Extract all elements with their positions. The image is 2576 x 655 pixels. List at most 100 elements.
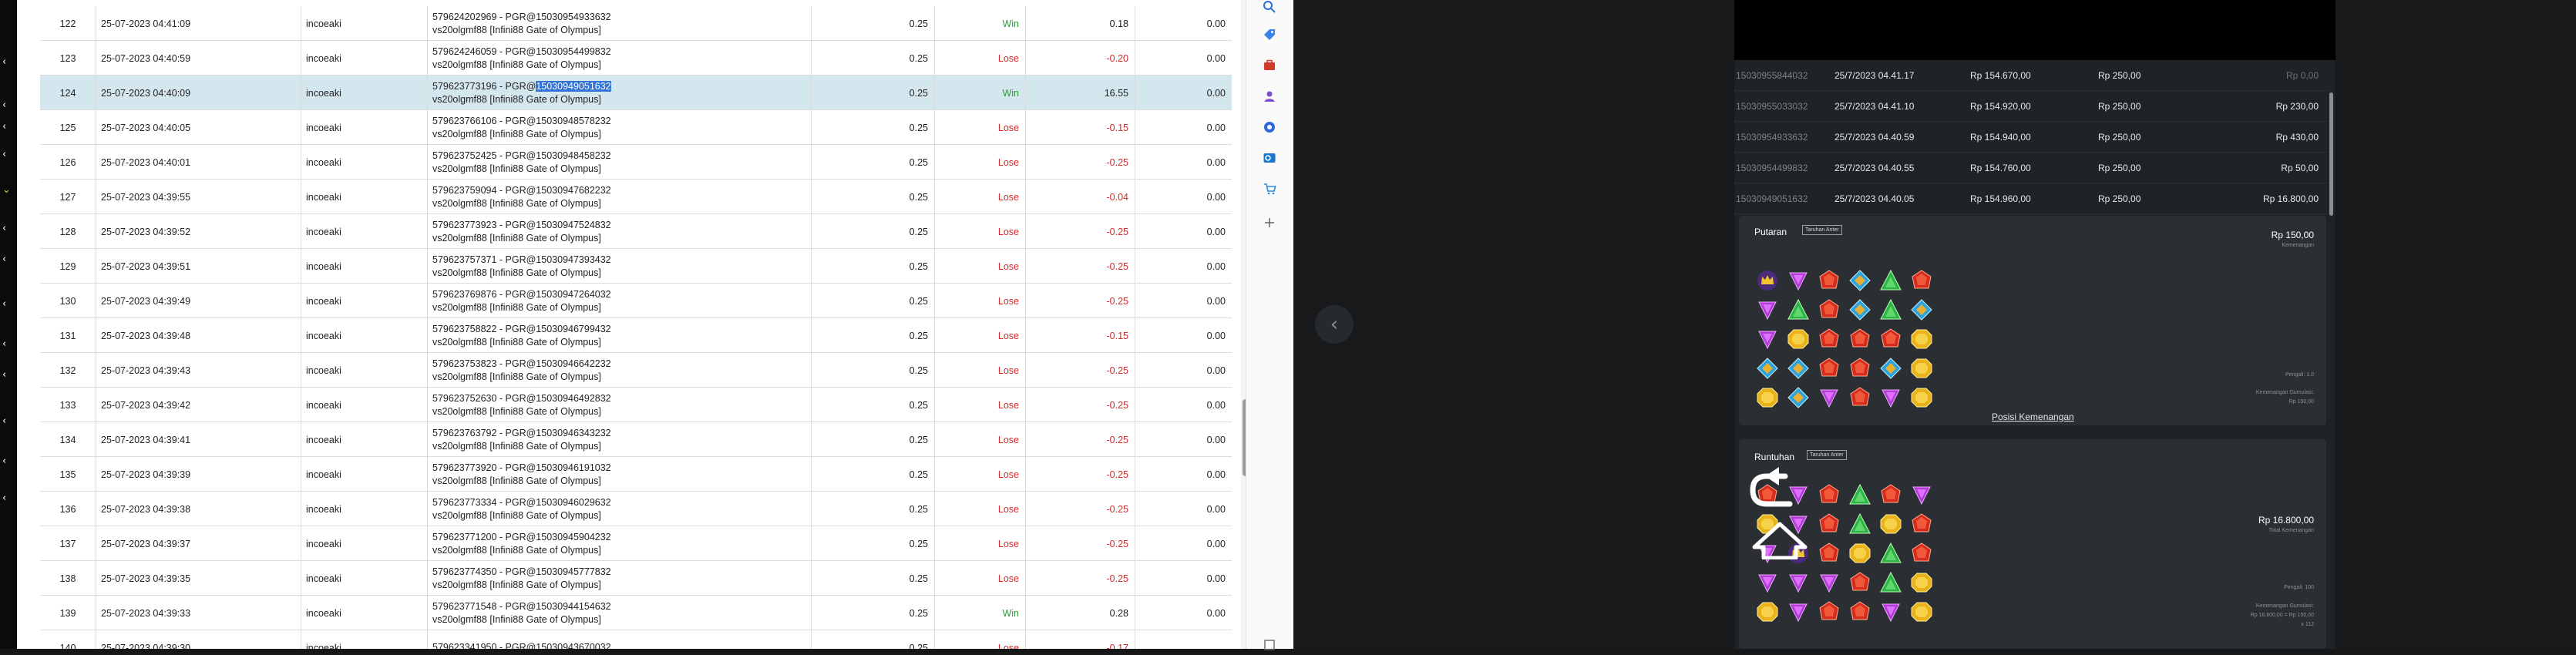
chevron-left-icon[interactable]: ‹ <box>2 149 6 160</box>
history-row[interactable]: 15030949051632 25/7/2023 04.40.05 Rp 154.9… <box>1734 183 2328 214</box>
transaction-cell[interactable]: 579623769876 - PGR@15030947264032 vs20olg… <box>427 284 811 318</box>
transaction-id[interactable]: 579623752425 - PGR@15030948458232 <box>432 149 611 163</box>
chevron-left-icon[interactable]: ‹ <box>2 254 6 264</box>
transaction-cell[interactable]: 579623766106 - PGR@15030948578232 vs20olg… <box>427 110 811 145</box>
table-row[interactable]: 129 25-07-2023 04:39:51 incoeaki 5796237573… <box>40 249 1232 284</box>
transaction-cell[interactable]: 579623752630 - PGR@15030946492832 vs20olg… <box>427 388 811 422</box>
chevron-left-icon[interactable]: ‹ <box>2 339 6 349</box>
chevron-left-icon[interactable]: ‹ <box>2 100 6 110</box>
transaction-cell[interactable]: 579623773920 - PGR@15030946191032 vs20olg… <box>427 457 811 492</box>
table-row[interactable]: 137 25-07-2023 04:39:37 incoeaki 5796237712… <box>40 526 1232 561</box>
transaction-cell[interactable]: 579623752425 - PGR@15030948458232 vs20olg… <box>427 145 811 180</box>
win-amount-cell: -0.15 <box>1025 318 1135 353</box>
table-row[interactable]: 139 25-07-2023 04:39:33 incoeaki 5796237715… <box>40 596 1232 630</box>
result-cell: Lose <box>934 457 1025 492</box>
blue-gem-icon <box>1785 356 1811 381</box>
outlook-icon[interactable] <box>1258 148 1281 168</box>
chevron-down-icon[interactable]: ⌄ <box>2 185 11 195</box>
chevron-left-icon[interactable]: ‹ <box>2 122 6 132</box>
transaction-id[interactable]: 579623774350 - PGR@15030945777832 <box>432 566 611 579</box>
transaction-id[interactable]: 579623341950 - PGR@15030943670032 <box>432 641 611 649</box>
transaction-cell[interactable]: 579623753823 - PGR@15030946642232 vs20olg… <box>427 353 811 388</box>
history-row[interactable]: 15030954499832 25/7/2023 04.40.55 Rp 154.7… <box>1734 153 2328 183</box>
table-row[interactable]: 127 25-07-2023 04:39:55 incoeaki 5796237590… <box>40 180 1232 214</box>
briefcase-icon[interactable] <box>1258 55 1281 76</box>
transaction-id[interactable]: 579624246059 - PGR@15030954499832 <box>432 45 611 59</box>
table-row[interactable]: 133 25-07-2023 04:39:42 incoeaki 5796237526… <box>40 388 1232 422</box>
person-icon[interactable] <box>1258 86 1281 106</box>
transaction-cell[interactable]: 579623773334 - PGR@15030946029632 vs20olg… <box>427 492 811 526</box>
table-row[interactable]: 124 25-07-2023 04:40:09 incoeaki 5796237731… <box>40 76 1232 110</box>
transaction-id[interactable]: 579623759094 - PGR@15030947682232 <box>432 184 611 197</box>
history-row[interactable]: 15030955844032 25/7/2023 04.41.17 Rp 154.6… <box>1734 60 2328 91</box>
transaction-id[interactable]: 579623769876 - PGR@15030947264032 <box>432 288 611 301</box>
transaction-cell[interactable]: 579623758822 - PGR@15030946799432 vs20olg… <box>427 318 811 353</box>
chevron-left-icon[interactable]: ‹ <box>2 57 6 67</box>
history-scrollbar-thumb[interactable] <box>2329 92 2333 216</box>
transaction-cell[interactable]: 579623773196 - PGR@15030949051632 vs20olg… <box>427 76 811 110</box>
table-row[interactable]: 122 25-07-2023 04:41:09 incoeaki 5796242029… <box>40 6 1232 41</box>
date-cell: 25-07-2023 04:39:55 <box>96 180 301 214</box>
transaction-id[interactable]: 579623773196 - PGR@15030949051632 <box>432 80 611 93</box>
table-row[interactable]: 132 25-07-2023 04:39:43 incoeaki 5796237538… <box>40 353 1232 388</box>
chevron-left-icon[interactable]: ‹ <box>2 223 6 233</box>
transaction-cell[interactable]: 579623763792 - PGR@15030946343232 vs20olg… <box>427 422 811 457</box>
chevron-left-icon[interactable]: ‹ <box>2 370 6 380</box>
transaction-id[interactable]: 579623766106 - PGR@15030948578232 <box>432 115 611 128</box>
table-row[interactable]: 128 25-07-2023 04:39:52 incoeaki 5796237739… <box>40 214 1232 249</box>
table-row[interactable]: 126 25-07-2023 04:40:01 incoeaki 5796237524… <box>40 145 1232 180</box>
plus-icon[interactable] <box>1258 213 1281 233</box>
history-row[interactable]: 15030954933632 25/7/2023 04.40.59 Rp 154.9… <box>1734 122 2328 153</box>
balance-cell: 0.00 <box>1135 249 1232 284</box>
transaction-id[interactable]: 579623773923 - PGR@15030947524832 <box>432 219 611 232</box>
chevron-left-icon[interactable]: ‹ <box>2 416 6 426</box>
transaction-id[interactable]: 579623758822 - PGR@15030946799432 <box>432 323 611 336</box>
chevron-left-icon[interactable]: ‹ <box>2 299 6 309</box>
table-row[interactable]: 136 25-07-2023 04:39:38 incoeaki 5796237733… <box>40 492 1232 526</box>
selected-text-highlight[interactable]: 15030949051632 <box>536 80 611 92</box>
transaction-cell[interactable]: 579623773923 - PGR@15030947524832 vs20olg… <box>427 214 811 249</box>
cart-icon[interactable] <box>1258 179 1281 199</box>
transaction-id[interactable]: 579623752630 - PGR@15030946492832 <box>432 392 611 405</box>
transaction-id[interactable]: 579623771548 - PGR@15030944154632 <box>432 600 611 613</box>
table-row[interactable]: 138 25-07-2023 04:39:35 incoeaki 5796237743… <box>40 561 1232 596</box>
window-icon[interactable] <box>1258 635 1281 655</box>
transaction-id[interactable]: 579623757371 - PGR@15030947393432 <box>432 254 611 267</box>
tumble-amount: Rp 16.800,00 <box>2258 515 2314 526</box>
table-row[interactable]: 131 25-07-2023 04:39:48 incoeaki 5796237588… <box>40 318 1232 353</box>
bet-cell: 0.25 <box>811 457 934 492</box>
transaction-id[interactable]: 579623771200 - PGR@15030945904232 <box>432 531 611 544</box>
bet-cell: 0.25 <box>811 284 934 318</box>
transaction-cell[interactable]: 579623774350 - PGR@15030945777832 vs20olg… <box>427 561 811 596</box>
transaction-id[interactable]: 579623773920 - PGR@15030946191032 <box>432 462 611 475</box>
table-row[interactable]: 140 25-07-2023 04:39:30 incoeaki 5796233419… <box>40 630 1232 649</box>
transaction-id[interactable]: 579623763792 - PGR@15030946343232 <box>432 427 611 440</box>
transaction-id[interactable]: 579623753823 - PGR@15030946642232 <box>432 358 611 371</box>
transaction-cell[interactable]: 579623759094 - PGR@15030947682232 vs20olg… <box>427 180 811 214</box>
transaction-cell[interactable]: 579624202969 - PGR@15030954933632 vs20olg… <box>427 6 811 41</box>
tag-icon[interactable] <box>1258 25 1281 45</box>
table-row[interactable]: 134 25-07-2023 04:39:41 incoeaki 5796237637… <box>40 422 1232 457</box>
history-row[interactable]: 15030955033032 25/7/2023 04.41.10 Rp 154.9… <box>1734 91 2328 122</box>
circle-icon[interactable] <box>1258 117 1281 137</box>
winning-positions-link[interactable]: Posisi Kemenangan <box>1992 411 2074 422</box>
table-row[interactable]: 130 25-07-2023 04:39:49 incoeaki 5796237698… <box>40 284 1232 318</box>
transaction-cell[interactable]: 579623771200 - PGR@15030945904232 vs20olg… <box>427 526 811 561</box>
table-row[interactable]: 135 25-07-2023 04:39:39 incoeaki 5796237739… <box>40 457 1232 492</box>
transaction-cell[interactable]: 579623771548 - PGR@15030944154632 vs20olg… <box>427 596 811 630</box>
date-cell: 25-07-2023 04:39:51 <box>96 249 301 284</box>
back-arrow-icon[interactable]: ‹ <box>1315 305 1354 344</box>
transaction-cell[interactable]: 579624246059 - PGR@15030954499832 vs20olg… <box>427 41 811 76</box>
undo-arrow-icon[interactable] <box>1745 467 1814 559</box>
table-row[interactable]: 125 25-07-2023 04:40:05 incoeaki 5796237661… <box>40 110 1232 145</box>
search-icon[interactable] <box>1258 0 1281 17</box>
table-row[interactable]: 123 25-07-2023 04:40:59 incoeaki 5796242460… <box>40 41 1232 76</box>
transaction-id[interactable]: 579623773334 - PGR@15030946029632 <box>432 496 611 509</box>
transaction-cell[interactable]: 579623341950 - PGR@15030943670032 <box>427 630 811 649</box>
balance-cell: 0.00 <box>1135 492 1232 526</box>
chevron-left-icon[interactable]: ‹ <box>2 493 6 503</box>
chevron-left-icon[interactable]: ‹ <box>2 456 6 466</box>
win-amount-cell: -0.17 <box>1025 630 1135 649</box>
transaction-cell[interactable]: 579623757371 - PGR@15030947393432 vs20olg… <box>427 249 811 284</box>
transaction-id[interactable]: 579624202969 - PGR@15030954933632 <box>432 11 611 24</box>
